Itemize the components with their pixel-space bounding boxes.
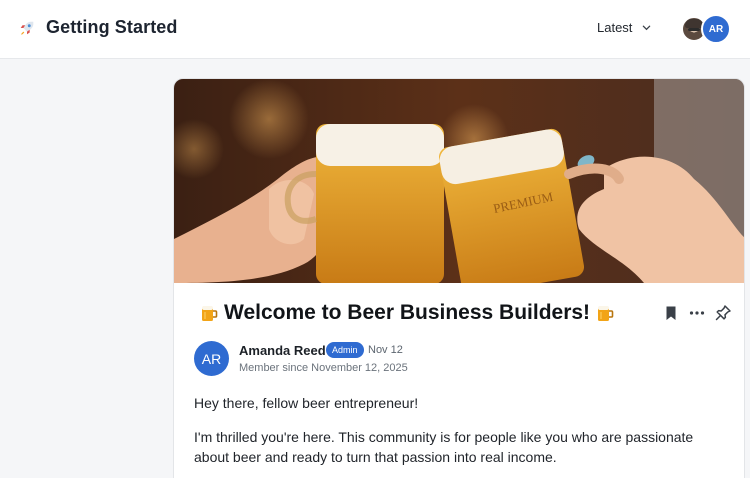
bookmark-icon[interactable]: [662, 304, 680, 322]
member-since: Member since November 12, 2025: [239, 362, 408, 374]
post-title-text: Welcome to Beer Business Builders!: [224, 301, 591, 324]
post-paragraph: I'm thrilled you're here. This community…: [194, 429, 694, 465]
more-options-icon[interactable]: [688, 304, 706, 322]
page-header: Getting Started: [18, 17, 178, 38]
page-title: Getting Started: [46, 17, 178, 37]
sort-dropdown[interactable]: Latest: [597, 20, 651, 35]
post-actions: [654, 304, 732, 322]
author-name[interactable]: Amanda Reed: [239, 343, 326, 358]
pin-icon[interactable]: [714, 304, 732, 322]
post-paragraph: Hey there, fellow beer entrepreneur!: [194, 395, 419, 411]
post-card: PREMIUM Welcome to Beer Business Builder…: [173, 78, 745, 478]
post-title: Welcome to Beer Business Builders!: [194, 301, 620, 325]
beer-mug-icon: [202, 306, 218, 321]
user-avatars[interactable]: AR: [681, 14, 731, 44]
chevron-down-icon: [643, 25, 651, 31]
beer-mug-icon: [598, 306, 614, 321]
post-date: Nov 12: [368, 344, 403, 356]
sort-label: Latest: [597, 20, 633, 35]
cover-image: PREMIUM: [174, 79, 744, 283]
user-avatar[interactable]: AR: [701, 14, 731, 44]
top-bar: Getting Started Latest AR: [0, 0, 750, 59]
admin-badge: Admin: [326, 342, 364, 358]
rocket-icon: [20, 21, 34, 35]
author-avatar[interactable]: AR: [194, 341, 229, 376]
